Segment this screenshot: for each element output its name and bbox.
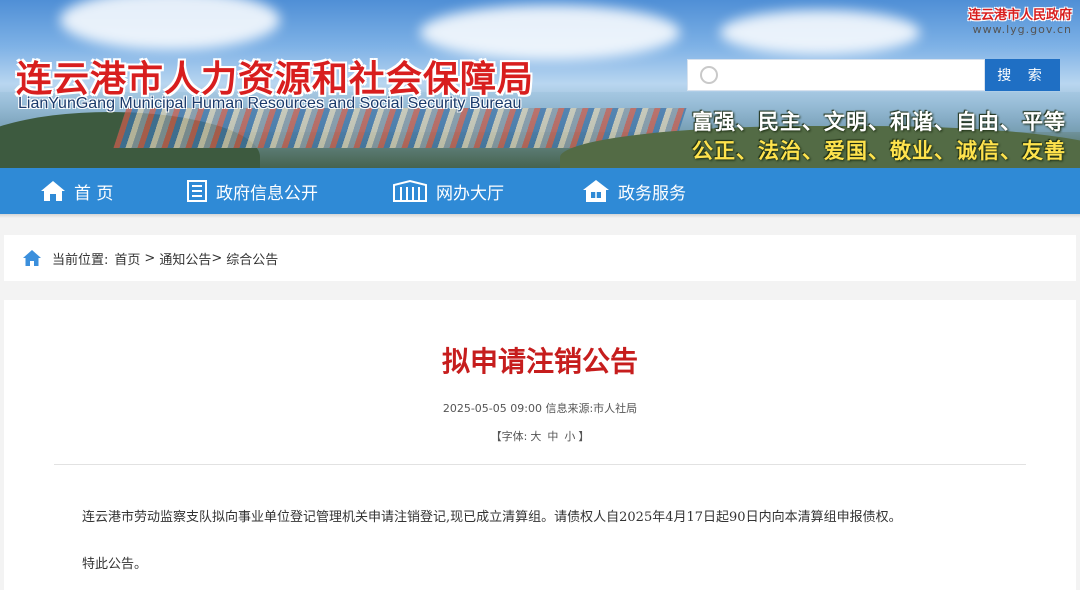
nav-item-label: 政府信息公开 [216, 183, 318, 204]
core-values: 富强、民主、文明、和谐、自由、平等 公正、法治、爱国、敬业、诚信、友善 [692, 108, 1066, 166]
article-source: 信息来源:市人社局 [545, 402, 638, 415]
core-values-line1: 富强、民主、文明、和谐、自由、平等 [692, 110, 1066, 134]
banner-cloud [720, 10, 920, 55]
search-button[interactable]: 搜 索 [985, 59, 1060, 91]
header-banner: 连云港市人力资源和社会保障局 LianYunGang Municipal Hum… [0, 0, 1080, 168]
building-icon [393, 179, 427, 202]
article-title: 拟申请注销公告 [441, 345, 638, 378]
nav-item-home[interactable]: 首 页 [40, 168, 113, 214]
breadcrumb-item-home[interactable]: 首页 [114, 249, 140, 268]
nav-item-online-hall[interactable]: 网办大厅 [392, 168, 504, 214]
main-nav: 首 页 政府信息公开 网办大厅 政务服务 [0, 168, 1080, 214]
font-size-label: 【字体: [490, 430, 528, 443]
banner-cloud [60, 0, 280, 50]
font-size-small-button[interactable]: 小 [564, 430, 575, 443]
gov-portal-name[interactable]: 连云港市人民政府 [968, 4, 1072, 23]
site-subtitle: LianYunGang Municipal Human Resources an… [18, 95, 522, 112]
nav-item-label: 网办大厅 [436, 183, 504, 204]
article-date: 2025-05-05 09:00 [442, 402, 542, 415]
nav-item-label: 政务服务 [618, 183, 686, 204]
article-panel: 拟申请注销公告 2025-05-05 09:00 信息来源:市人社局 【字体: 大… [4, 300, 1076, 590]
article-divider [54, 464, 1026, 465]
nav-item-gov-info[interactable]: 政府信息公开 [186, 168, 318, 214]
breadcrumb-separator: > [211, 250, 223, 266]
breadcrumb-separator: > [144, 250, 156, 266]
search-input[interactable] [728, 60, 978, 90]
article-meta: 2025-05-05 09:00 信息来源:市人社局 [4, 400, 1076, 416]
nav-item-gov-service[interactable]: 政务服务 [582, 168, 686, 214]
article-paragraph: 特此公告。 [82, 557, 148, 572]
breadcrumb: 当前位置: 首页 > 通知公告 > 综合公告 [4, 235, 1076, 281]
nav-shadow [0, 214, 1080, 218]
document-icon [187, 180, 207, 202]
font-size-close: 】 [578, 430, 590, 443]
breadcrumb-item-notices[interactable]: 通知公告 [159, 249, 211, 268]
home-icon [41, 181, 65, 201]
breadcrumb-item-general[interactable]: 综合公告 [226, 249, 278, 268]
service-icon [583, 180, 609, 202]
home-icon [23, 250, 41, 266]
gov-portal-url[interactable]: www.lyg.gov.cn [968, 23, 1072, 36]
font-size-large-button[interactable]: 大 [530, 430, 541, 443]
breadcrumb-prefix: 当前位置: [52, 252, 109, 268]
gov-portal-link[interactable]: 连云港市人民政府 www.lyg.gov.cn [968, 4, 1072, 36]
nav-item-label: 首 页 [74, 183, 114, 204]
search-box [687, 59, 985, 91]
font-size-medium-button[interactable]: 中 [547, 430, 558, 443]
core-values-line2: 公正、法治、爱国、敬业、诚信、友善 [692, 139, 1066, 163]
font-size-switcher: 【字体: 大中小】 [4, 428, 1076, 444]
search-icon [700, 66, 718, 84]
article-paragraph: 连云港市劳动监察支队拟向事业单位登记管理机关申请注销登记,现已成立清算组。请债权… [82, 510, 902, 525]
